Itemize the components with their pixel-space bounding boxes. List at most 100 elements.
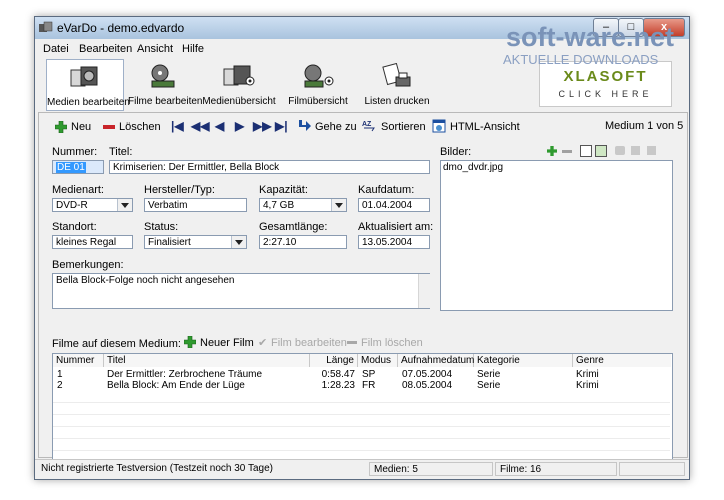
sort-icon[interactable]: AZ bbox=[362, 119, 376, 133]
app-window: eVarDo - demo.edvardo – □ x Datei Bearbe… bbox=[34, 16, 690, 480]
location-field[interactable]: kleines Regal bbox=[52, 235, 133, 249]
capacity-select[interactable]: 4,7 GB bbox=[259, 198, 347, 212]
number-label: Nummer: bbox=[52, 146, 98, 158]
check-icon: ✔ bbox=[258, 337, 268, 349]
goto-arrow-icon[interactable] bbox=[297, 120, 311, 132]
remarks-textarea[interactable]: Bella Block-Folge noch nicht angesehen bbox=[52, 273, 430, 309]
title-label: Titel: bbox=[109, 146, 133, 158]
media-type-select[interactable]: DVD-R bbox=[52, 198, 133, 212]
col-recording-date[interactable]: Aufnahmedatum bbox=[398, 354, 474, 367]
grid-line bbox=[53, 426, 670, 427]
watermark-brand: soft-ware.net bbox=[506, 22, 675, 52]
location-label: Standort: bbox=[52, 221, 97, 233]
toolbar-media-edit[interactable]: Medien bearbeiten bbox=[46, 59, 130, 111]
cell-title: Der Ermittler: Zerbrochene Träume bbox=[107, 369, 263, 380]
status-select[interactable]: Finalisiert bbox=[144, 235, 247, 249]
grid-line bbox=[53, 414, 670, 415]
remove-image-icon[interactable] bbox=[562, 150, 572, 153]
image-export-icon[interactable] bbox=[631, 146, 640, 155]
toolbar-label: Listen drucken bbox=[364, 96, 430, 107]
xlasoft-logo[interactable]: XLASOFT CLICK HERE bbox=[539, 61, 672, 107]
remarks-label: Bemerkungen: bbox=[52, 259, 124, 271]
toolbar-media-overview[interactable]: Medienübersicht bbox=[202, 59, 276, 109]
cell-length: 0:58.47 bbox=[321, 369, 355, 380]
manufacturer-field[interactable]: Verbatim bbox=[144, 198, 247, 212]
manufacturer-label: Hersteller/Typ: bbox=[144, 184, 215, 196]
col-number[interactable]: Nummer bbox=[53, 354, 104, 367]
col-title[interactable]: Titel bbox=[104, 354, 310, 367]
nav-first-button[interactable]: |◀ bbox=[171, 119, 184, 133]
grid-line bbox=[53, 450, 670, 451]
nav-next-fast-button[interactable]: ▶▶ bbox=[253, 119, 271, 133]
col-category[interactable]: Kategorie bbox=[474, 354, 573, 367]
media-overview-icon bbox=[223, 65, 255, 86]
purchase-date-field[interactable]: 01.04.2004 bbox=[358, 198, 430, 212]
html-view-button[interactable]: HTML-Ansicht bbox=[450, 121, 520, 133]
new-film-icon[interactable] bbox=[184, 336, 196, 348]
nav-prev-button[interactable]: ◀ bbox=[215, 119, 224, 133]
total-length-field[interactable]: 2:27.10 bbox=[259, 235, 347, 249]
trial-status: Nicht registrierte Testversion (Testzeit… bbox=[41, 463, 273, 474]
col-genre[interactable]: Genre bbox=[573, 354, 671, 367]
nav-last-button[interactable]: ▶| bbox=[275, 119, 288, 133]
goto-button[interactable]: Gehe zu bbox=[315, 121, 357, 133]
html-view-icon[interactable] bbox=[432, 119, 446, 133]
image-thumb-icon[interactable] bbox=[595, 145, 607, 157]
cell-category: Serie bbox=[477, 369, 501, 380]
films-table: Nummer Titel Länge Modus Aufnahmedatum K… bbox=[52, 353, 673, 464]
media-type-label: Medienart: bbox=[52, 184, 104, 196]
grid-line bbox=[53, 402, 670, 403]
number-field[interactable]: DE 01 bbox=[52, 160, 104, 174]
col-length[interactable]: Länge bbox=[310, 354, 358, 367]
status-spare bbox=[619, 462, 685, 476]
media-count: Medien: 5 bbox=[369, 462, 493, 476]
toolbar-label: Medien bearbeiten bbox=[47, 97, 130, 108]
col-mode[interactable]: Modus bbox=[358, 354, 398, 367]
grid-line bbox=[53, 438, 670, 439]
updated-field[interactable]: 13.05.2004 bbox=[358, 235, 430, 249]
films-label: Filme auf diesem Medium: bbox=[52, 338, 181, 350]
cell-genre: Krimi bbox=[576, 380, 599, 391]
delete-button[interactable]: Löschen bbox=[119, 121, 161, 133]
nav-next-button[interactable]: ▶ bbox=[235, 119, 244, 133]
updated-label: Aktualisiert am: bbox=[358, 221, 434, 233]
app-icon bbox=[39, 21, 53, 32]
menu-hilfe[interactable]: Hilfe bbox=[182, 43, 204, 55]
title-field[interactable]: Krimiserien: Der Ermittler, Bella Block bbox=[109, 160, 430, 174]
record-info: Medium 1 von 5 bbox=[605, 120, 684, 132]
menu-ansicht[interactable]: Ansicht bbox=[137, 43, 173, 55]
toolbar-film-edit[interactable]: Filme bearbeiten bbox=[128, 59, 202, 109]
toolbar-film-overview[interactable]: Filmübersicht bbox=[283, 59, 353, 109]
menu-datei[interactable]: Datei bbox=[43, 43, 69, 55]
new-button[interactable]: Neu bbox=[71, 121, 91, 133]
minus-icon[interactable] bbox=[103, 125, 115, 129]
film-overview-icon bbox=[304, 64, 334, 88]
nav-prev-fast-button[interactable]: ◀◀ bbox=[191, 119, 209, 133]
remarks-scrollbar[interactable] bbox=[418, 274, 430, 308]
image-list-item[interactable]: dmo_dvdr.jpg bbox=[443, 162, 503, 173]
film-reel-icon bbox=[151, 64, 175, 88]
images-label: Bilder: bbox=[440, 146, 472, 158]
image-camera-icon[interactable] bbox=[615, 146, 625, 155]
print-list-icon bbox=[382, 63, 411, 87]
image-view-icon[interactable] bbox=[580, 145, 592, 157]
image-settings-icon[interactable] bbox=[647, 146, 656, 155]
delete-film-button[interactable]: Film löschen bbox=[361, 337, 423, 349]
cell-date: 08.05.2004 bbox=[402, 380, 453, 391]
images-list[interactable]: dmo_dvdr.jpg bbox=[440, 160, 673, 311]
sort-button[interactable]: Sortieren bbox=[381, 121, 426, 133]
menu-bearbeiten[interactable]: Bearbeiten bbox=[79, 43, 132, 55]
cell-length: 1:28.23 bbox=[321, 380, 355, 391]
plus-icon[interactable] bbox=[55, 121, 67, 133]
table-row[interactable]: 2 Bella Block: Am Ende der Lüge 1:28.23 … bbox=[53, 380, 670, 391]
toolbar-label: Filmübersicht bbox=[288, 96, 348, 107]
cell-category: Serie bbox=[477, 380, 501, 391]
cell-mode: FR bbox=[362, 380, 376, 391]
table-row[interactable]: 1 Der Ermittler: Zerbrochene Träume 0:58… bbox=[53, 369, 670, 380]
toolbar-label: Medienübersicht bbox=[202, 96, 276, 107]
cell-date: 07.05.2004 bbox=[402, 369, 453, 380]
new-film-button[interactable]: Neuer Film bbox=[200, 337, 254, 349]
toolbar-print-lists[interactable]: Listen drucken bbox=[360, 59, 434, 109]
edit-film-button[interactable]: Film bearbeiten bbox=[271, 337, 347, 349]
add-image-icon[interactable] bbox=[547, 146, 557, 156]
